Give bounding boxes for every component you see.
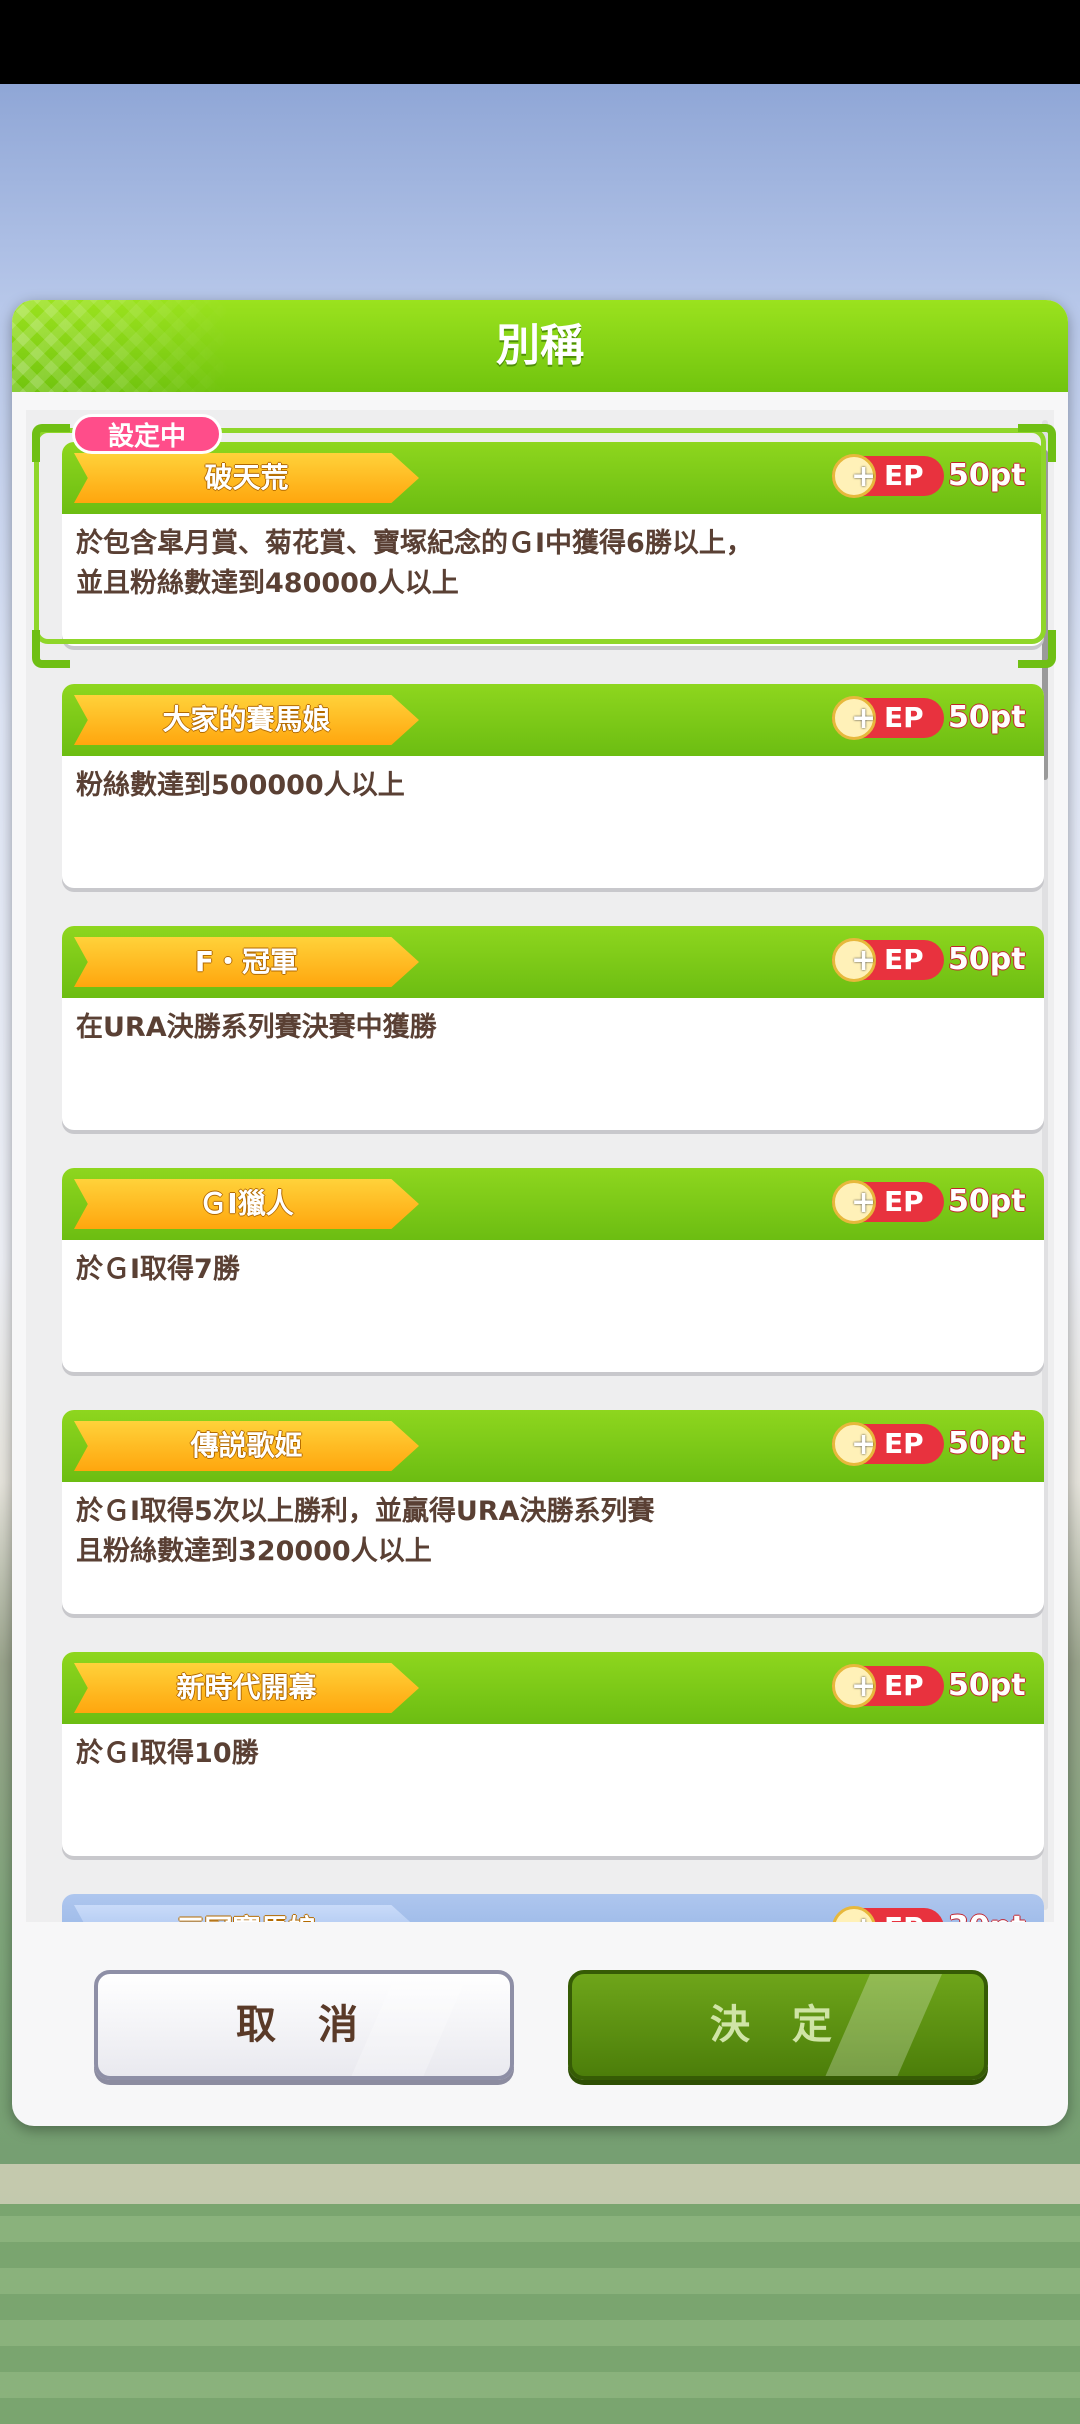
- title-card[interactable]: 新時代開幕 + EP 50pt 於ＧⅠ取得10勝: [62, 1652, 1044, 1856]
- confirm-button[interactable]: 決 定: [568, 1970, 988, 2080]
- dialog-header: 別稱: [12, 300, 1068, 392]
- racetrack-grass: [0, 2204, 1080, 2424]
- selection-corner: [1018, 424, 1056, 462]
- title-name: ＧⅠ獵人: [199, 1187, 294, 1220]
- selection-corner: [32, 424, 70, 462]
- cancel-button-label: 取 消: [236, 2002, 372, 2048]
- card-header: 三冠賽馬娘 + EP 30pt: [62, 1894, 1044, 1922]
- ep-points: 30pt: [948, 1908, 1038, 1922]
- ep-label: EP: [884, 1669, 924, 1702]
- card-header: F・冠軍 + EP 50pt: [62, 926, 1044, 998]
- title-name: F・冠軍: [194, 945, 299, 978]
- plus-icon: +: [851, 1914, 877, 1923]
- title-card[interactable]: ＧⅠ獵人 + EP 50pt 於ＧⅠ取得7勝: [62, 1168, 1044, 1372]
- cancel-button[interactable]: 取 消: [94, 1970, 514, 2080]
- title-card[interactable]: 三冠賽馬娘 + EP 30pt: [62, 1894, 1044, 1922]
- currently-set-badge: 設定中: [72, 414, 222, 454]
- card-header: 傳説歌姬 + EP 50pt: [62, 1410, 1044, 1482]
- racetrack-fence: [0, 2164, 1080, 2204]
- selection-corner: [1018, 630, 1056, 668]
- plus-icon: +: [851, 943, 877, 978]
- plus-icon: +: [851, 1669, 877, 1704]
- title-name: 三冠賽馬娘: [74, 1905, 419, 1922]
- title-condition: 在URA決勝系列賽決賽中獲勝: [76, 1012, 437, 1043]
- title-condition: 於ＧⅠ取得10勝: [76, 1738, 259, 1769]
- title-condition: 於ＧⅠ取得5次以上勝利，並贏得URA決勝系列賽 且粉絲數達到320000人以上: [76, 1496, 655, 1567]
- ep-label: EP: [884, 701, 924, 734]
- ep-points: 50pt: [948, 942, 1026, 977]
- selection-corner: [32, 630, 70, 668]
- title-name: 新時代開幕: [176, 1671, 317, 1704]
- plus-icon: +: [851, 1185, 877, 1220]
- ep-points: 50pt: [948, 1426, 1026, 1461]
- ep-label: EP: [884, 943, 924, 976]
- title-condition: 粉絲數達到500000人以上: [76, 770, 405, 801]
- title-name: 傳説歌姬: [190, 1429, 303, 1462]
- ep-points: 50pt: [948, 1184, 1026, 1219]
- title-card[interactable]: F・冠軍 + EP 50pt 在URA決勝系列賽決賽中獲勝: [62, 926, 1044, 1130]
- title-card[interactable]: 傳説歌姬 + EP 50pt 於ＧⅠ取得5次以上勝利，並贏得URA決勝系列賽 且…: [62, 1410, 1044, 1614]
- ep-label: EP: [884, 1908, 944, 1922]
- dialog-title: 別稱: [496, 320, 584, 371]
- title-condition: 於ＧⅠ取得7勝: [76, 1254, 240, 1285]
- selection-frame: [34, 428, 1046, 644]
- ep-points: 50pt: [948, 1668, 1026, 1703]
- plus-icon: +: [851, 1427, 877, 1462]
- confirm-button-label: 決 定: [710, 2002, 846, 2048]
- title-name: 大家的賽馬娘: [162, 703, 331, 736]
- title-card[interactable]: 大家的賽馬娘 + EP 50pt 粉絲數達到500000人以上: [62, 684, 1044, 888]
- card-header: 大家的賽馬娘 + EP 50pt: [62, 684, 1044, 756]
- card-header: 新時代開幕 + EP 50pt: [62, 1652, 1044, 1724]
- plus-icon: +: [851, 701, 877, 736]
- ep-label: EP: [884, 1185, 924, 1218]
- card-header: ＧⅠ獵人 + EP 50pt: [62, 1168, 1044, 1240]
- ep-points: 50pt: [948, 700, 1026, 735]
- ep-label: EP: [884, 1427, 924, 1460]
- status-bar: [0, 0, 1080, 84]
